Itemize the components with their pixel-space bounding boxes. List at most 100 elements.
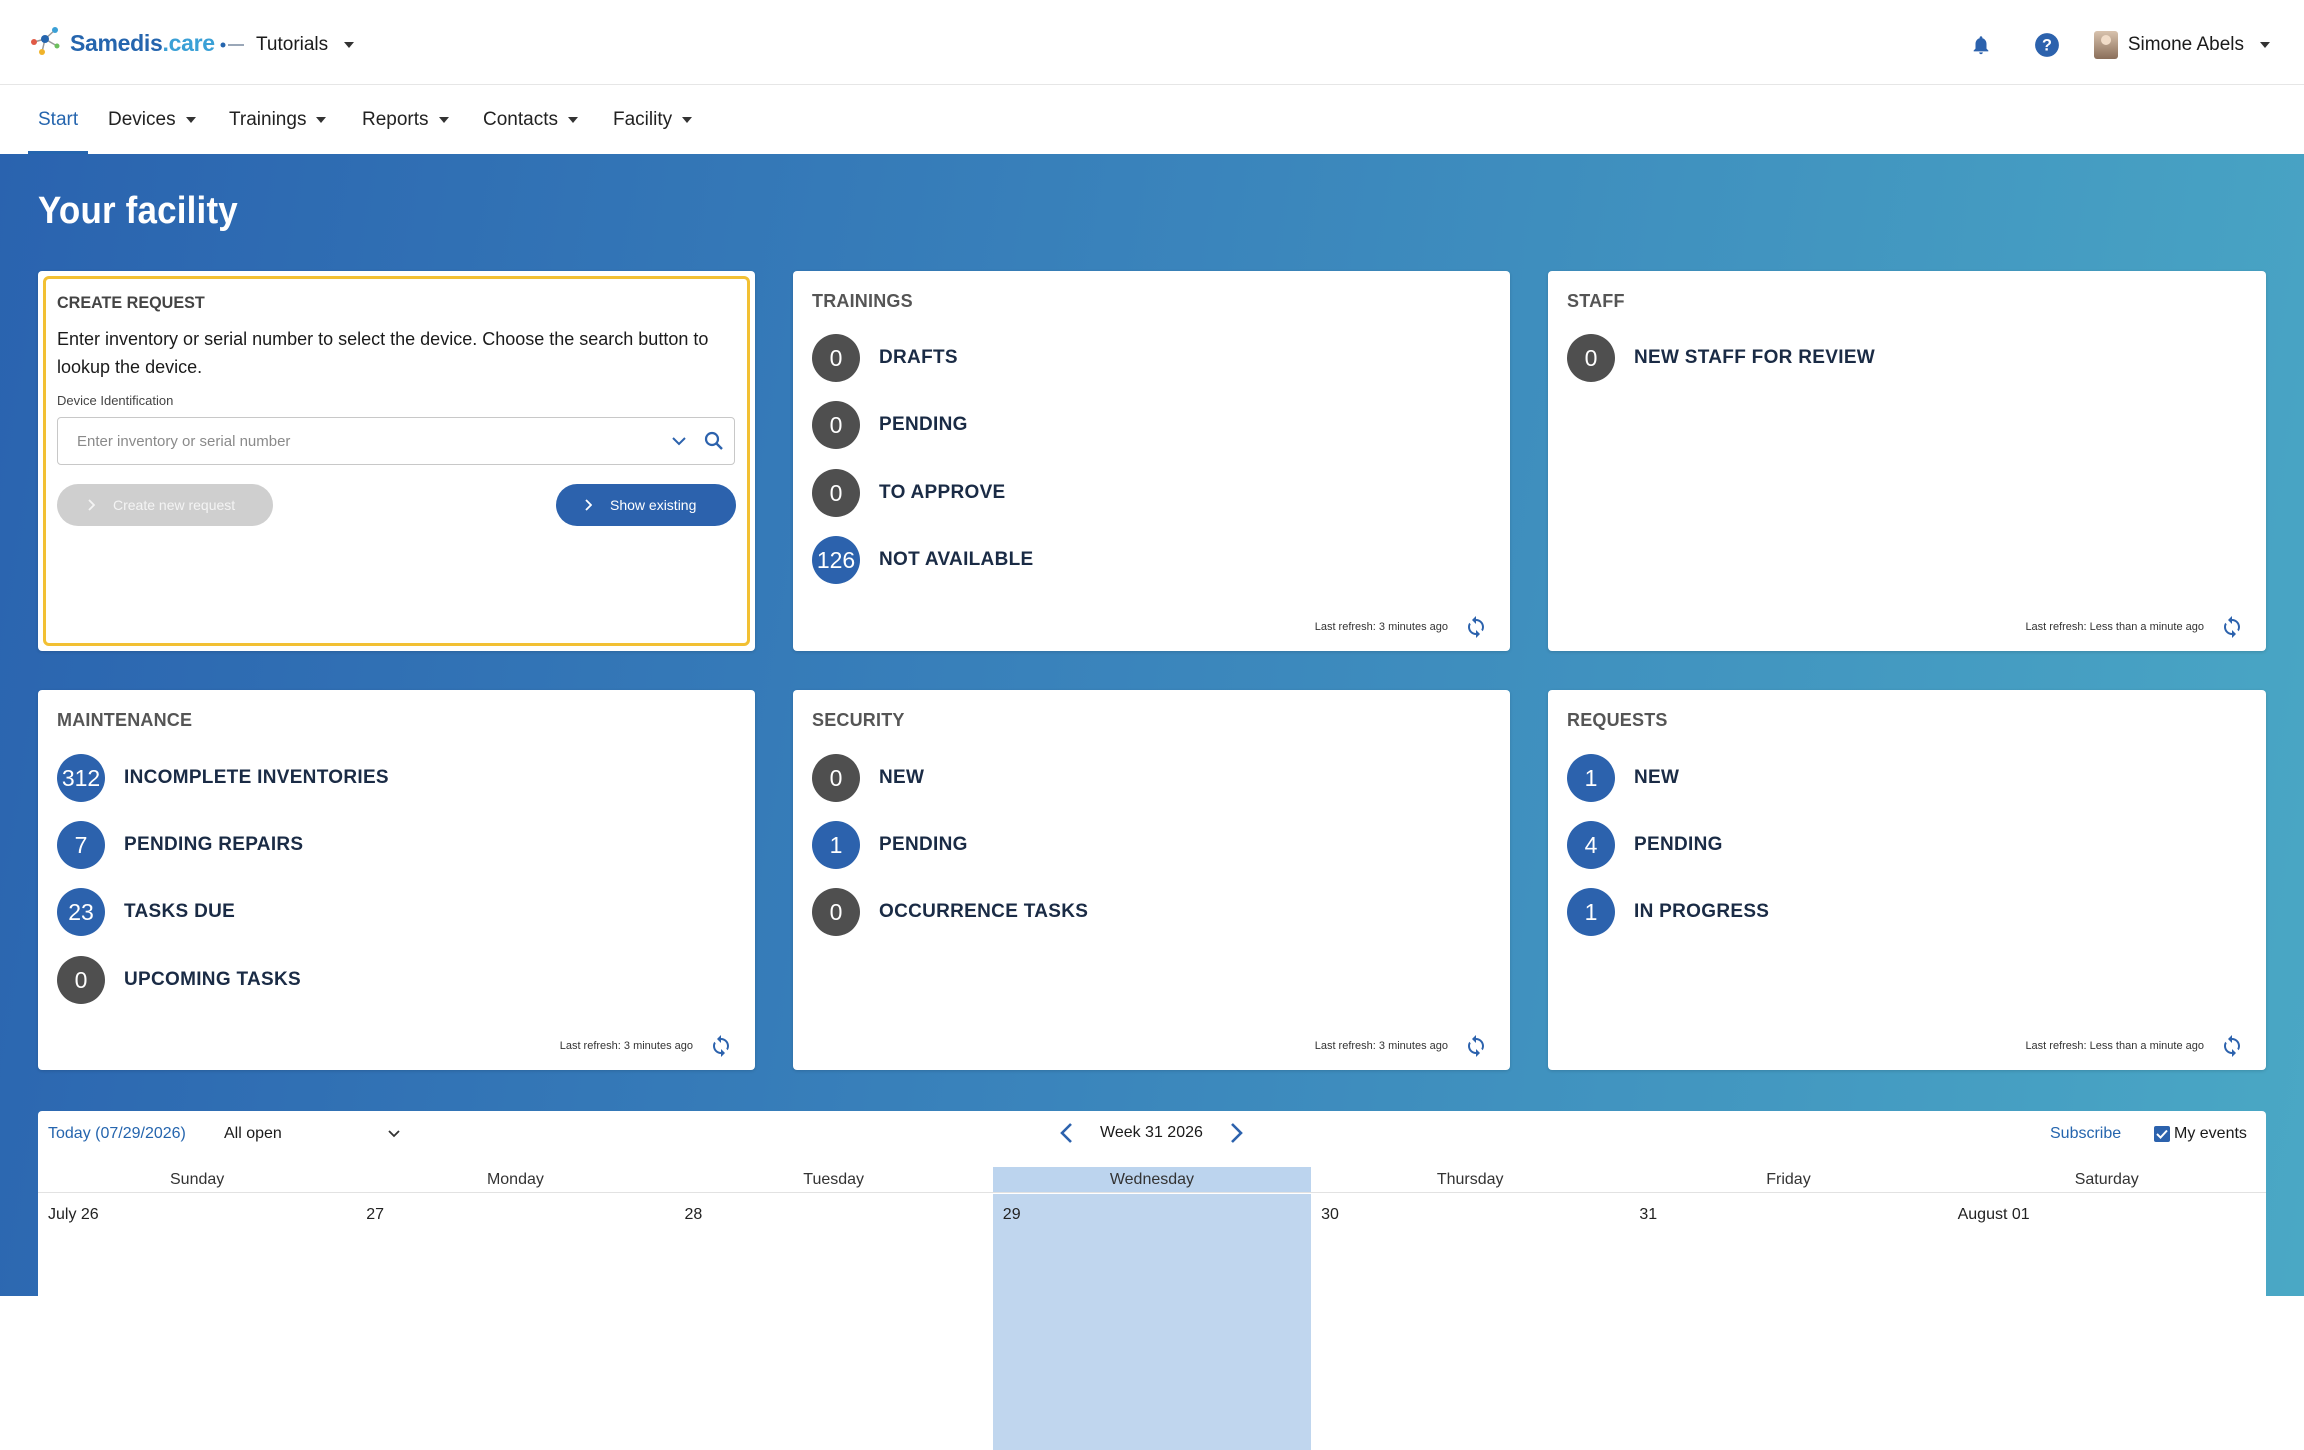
nav-label: Start: [38, 109, 79, 130]
nav-label: Reports: [362, 109, 429, 130]
stat-requests-new[interactable]: 1 NEW: [1567, 754, 1679, 802]
day-cell[interactable]: August 01: [1948, 1194, 2266, 1450]
tenant-selector[interactable]: Tutorials: [220, 34, 355, 56]
my-events-label: My events: [2174, 1125, 2247, 1142]
stat-upcoming-tasks[interactable]: 0 UPCOMING TASKS: [57, 956, 301, 1004]
refresh-icon[interactable]: [1462, 613, 1490, 641]
day-cell[interactable]: 28: [675, 1194, 993, 1450]
stat-label: NEW: [879, 767, 925, 788]
stat-drafts[interactable]: 0 DRAFTS: [812, 334, 958, 382]
count-badge: 0: [1567, 334, 1615, 382]
refresh-icon[interactable]: [1462, 1032, 1490, 1060]
nav-label: Facility: [613, 109, 673, 130]
samedis-logo-icon: [28, 26, 62, 61]
user-menu[interactable]: Simone Abels: [2093, 31, 2270, 59]
date-label: July 26: [48, 1206, 99, 1223]
stat-security-new[interactable]: 0 NEW: [812, 754, 924, 802]
page-title: Your facility: [38, 190, 238, 232]
last-refresh: Last refresh: Less than a minute ago: [2025, 1040, 2204, 1052]
stat-incomplete-inventories[interactable]: 312 INCOMPLETE INVENTORIES: [57, 754, 389, 802]
top-bar: Samedis.care Tutorials ? Simone Abels: [0, 0, 2304, 85]
count-badge: 312: [57, 754, 105, 802]
stat-label: OCCURRENCE TASKS: [879, 901, 1089, 922]
caret-down-icon: [185, 117, 196, 123]
stat-requests-in-progress[interactable]: 1 IN PROGRESS: [1567, 888, 1769, 936]
day-header: Tuesday: [803, 1171, 865, 1188]
brand-logo[interactable]: Samedis.care: [28, 26, 215, 61]
nav-reports[interactable]: Reports: [362, 86, 449, 154]
device-identification-input[interactable]: [58, 418, 664, 464]
nav-contacts[interactable]: Contacts: [483, 86, 578, 154]
next-week-button[interactable]: [1225, 1119, 1249, 1147]
count-badge: 126: [812, 536, 860, 584]
requests-card: REQUESTS 1 NEW 4 PENDING 1 IN PROGRESS Last…: [1548, 690, 2266, 1070]
caret-down-icon: [344, 42, 355, 48]
card-title: MAINTENANCE: [57, 710, 193, 730]
avatar: [2093, 31, 2118, 59]
day-cell[interactable]: 30: [1311, 1194, 1629, 1450]
nav-devices[interactable]: Devices: [108, 86, 196, 154]
stat-to-approve[interactable]: 0 TO APPROVE: [812, 469, 1006, 517]
trainings-card: TRAININGS 0 DRAFTS 0 PENDING 0 TO APPROVE 1…: [793, 271, 1510, 651]
card-title: TRAININGS: [812, 291, 913, 311]
stat-not-available[interactable]: 126 NOT AVAILABLE: [812, 536, 1033, 584]
stat-pending-repairs[interactable]: 7 PENDING REPAIRS: [57, 821, 303, 869]
create-new-request-button[interactable]: Create new request: [57, 484, 273, 526]
stat-label: PENDING: [1634, 834, 1723, 855]
date-label: 27: [366, 1206, 385, 1223]
subscribe-link[interactable]: Subscribe: [2050, 1125, 2121, 1143]
checkbox-checked-icon[interactable]: [2154, 1126, 2170, 1142]
stat-label: NOT AVAILABLE: [879, 549, 1034, 570]
stat-label: PENDING: [879, 414, 968, 435]
stat-pending[interactable]: 0 PENDING: [812, 401, 968, 449]
stat-label: INCOMPLETE INVENTORIES: [124, 767, 389, 788]
nav-label: Devices: [108, 109, 176, 130]
day-cell-today[interactable]: 29: [992, 1194, 1312, 1450]
device-identification-field: [57, 417, 735, 465]
brand-name: Samedis.care: [70, 30, 215, 56]
caret-down-icon: [438, 117, 449, 123]
caret-down-icon: [682, 117, 693, 123]
chevron-down-icon[interactable]: [664, 436, 694, 446]
date-label: 28: [684, 1206, 703, 1223]
stat-requests-pending[interactable]: 4 PENDING: [1567, 821, 1723, 869]
nav-start[interactable]: Start: [27, 86, 89, 154]
bell-icon[interactable]: [1964, 28, 1998, 62]
refresh-icon[interactable]: [707, 1032, 735, 1060]
date-label: 31: [1639, 1206, 1658, 1223]
count-badge: 0: [812, 334, 860, 382]
day-cell[interactable]: 27: [356, 1194, 674, 1450]
day-cell[interactable]: July 26: [38, 1194, 356, 1450]
caret-down-icon: [567, 117, 578, 123]
maintenance-card: MAINTENANCE 312 INCOMPLETE INVENTORIES 7P…: [38, 690, 755, 1070]
nav-facility[interactable]: Facility: [613, 86, 693, 154]
stat-label: NEW: [1634, 767, 1680, 788]
count-badge: 0: [812, 401, 860, 449]
stat-new-staff[interactable]: 0 NEW STAFF FOR REVIEW: [1567, 334, 1875, 382]
card-title: REQUESTS: [1567, 710, 1668, 730]
day-header: Sunday: [170, 1171, 225, 1188]
stat-occurrence-tasks[interactable]: 0 OCCURRENCE TASKS: [812, 888, 1088, 936]
stat-tasks-due[interactable]: 23 TASKS DUE: [57, 888, 235, 936]
help-circle-icon[interactable]: ?: [2030, 28, 2064, 62]
stat-label: TO APPROVE: [879, 482, 1006, 503]
show-existing-button[interactable]: Show existing: [556, 484, 736, 526]
nav-trainings[interactable]: Trainings: [229, 86, 327, 154]
card-title: CREATE REQUEST: [57, 293, 205, 312]
stat-security-pending[interactable]: 1 PENDING: [812, 821, 968, 869]
event-filter-select[interactable]: All open: [224, 1119, 400, 1149]
my-events-toggle[interactable]: My events: [2154, 1125, 2247, 1143]
refresh-icon[interactable]: [2218, 1032, 2246, 1060]
count-badge: 1: [812, 821, 860, 869]
refresh-icon[interactable]: [2218, 613, 2246, 641]
chevron-down-icon: [388, 1125, 400, 1143]
count-badge: 1: [1567, 754, 1615, 802]
search-icon[interactable]: [694, 431, 734, 451]
today-link[interactable]: Today (07/29/2026): [48, 1125, 186, 1143]
calendar-body: July 26 27 28 29 30 31 August 01: [38, 1194, 2266, 1450]
day-cell[interactable]: 31: [1629, 1194, 1947, 1450]
user-name: Simone Abels: [2127, 34, 2244, 55]
tenant-label: Tutorials: [256, 34, 329, 55]
card-title: STAFF: [1567, 291, 1625, 311]
previous-week-button[interactable]: [1054, 1119, 1078, 1147]
